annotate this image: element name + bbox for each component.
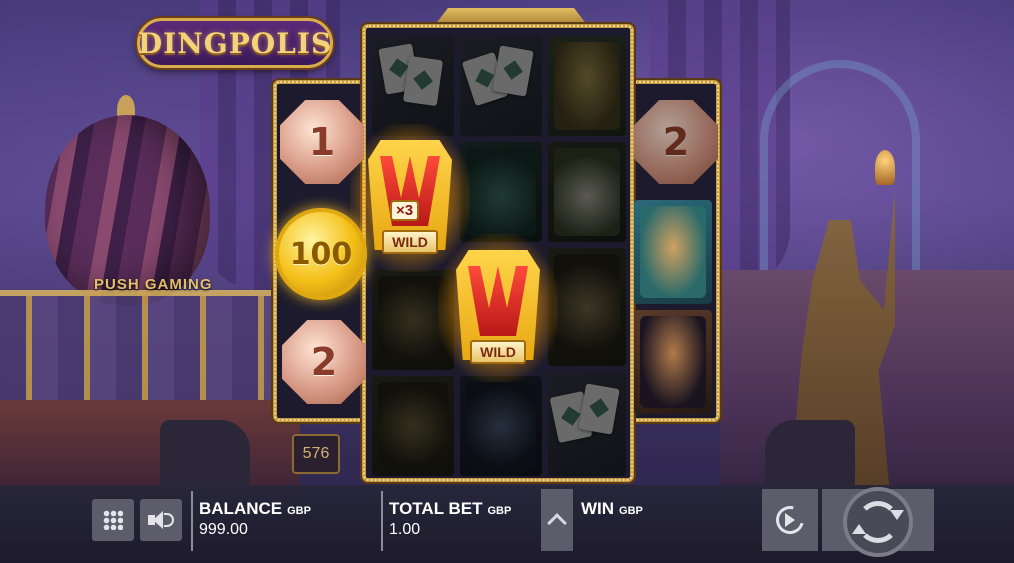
wild-multiplier: ×3 [390,200,420,221]
cannon-right [765,420,855,490]
push-gaming-sign: PUSH GAMING [94,276,213,293]
reel-symbol-dino-gold [548,36,626,136]
copper-coin: 2 [282,320,366,404]
grid-icon [103,510,123,530]
autoplay-button[interactable] [762,489,818,551]
reel-symbol-tree [548,248,626,366]
game-logo: DINGPOLIS [137,18,333,68]
balance-value: 999.00 [199,521,248,538]
reel-symbol-cards [548,372,626,476]
sound-button[interactable] [140,499,182,541]
cannon-left [160,420,250,490]
reel-symbol-cash [548,142,626,242]
chevron-up-icon [547,513,567,533]
coin-value: 2 [310,340,338,384]
logo-text: DINGPOLIS [137,26,333,60]
balance-currency: GBP [287,505,311,517]
reel-symbol-dice [460,376,542,476]
win-label: WIN GBP [581,499,643,518]
bet-up-button[interactable] [541,489,573,551]
coin-value: 1 [308,120,336,164]
menu-button[interactable] [92,499,134,541]
spin-icon [843,487,913,557]
divider [381,491,383,551]
coin-value: 2 [662,120,690,164]
reel-symbol-dino-tuxedo [634,310,712,414]
reel-symbol-hat [460,142,542,242]
autoplay-icon [770,500,810,540]
wild-label: WILD [382,230,438,254]
total-bet-value: 1.00 [389,521,421,538]
balance-label: BALANCE GBP [199,499,311,518]
total-bet-currency: GBP [487,505,512,517]
wild-symbol: WILD [438,234,558,382]
win-currency: GBP [619,505,643,517]
ways-counter: 576 [292,434,340,474]
torch-icon [875,150,895,185]
reel-symbol-dino-green [634,200,712,304]
divider [191,491,193,551]
coin-value: 100 [289,236,353,272]
wild-label: WILD [470,340,526,364]
reel-symbol-cards [372,36,454,136]
speaker-icon [148,510,174,530]
spin-button[interactable] [822,487,934,557]
reel-symbol-cards [460,36,542,136]
reel-symbol-tree [372,376,454,476]
total-bet-label: TOTAL BET GBP [389,499,512,518]
